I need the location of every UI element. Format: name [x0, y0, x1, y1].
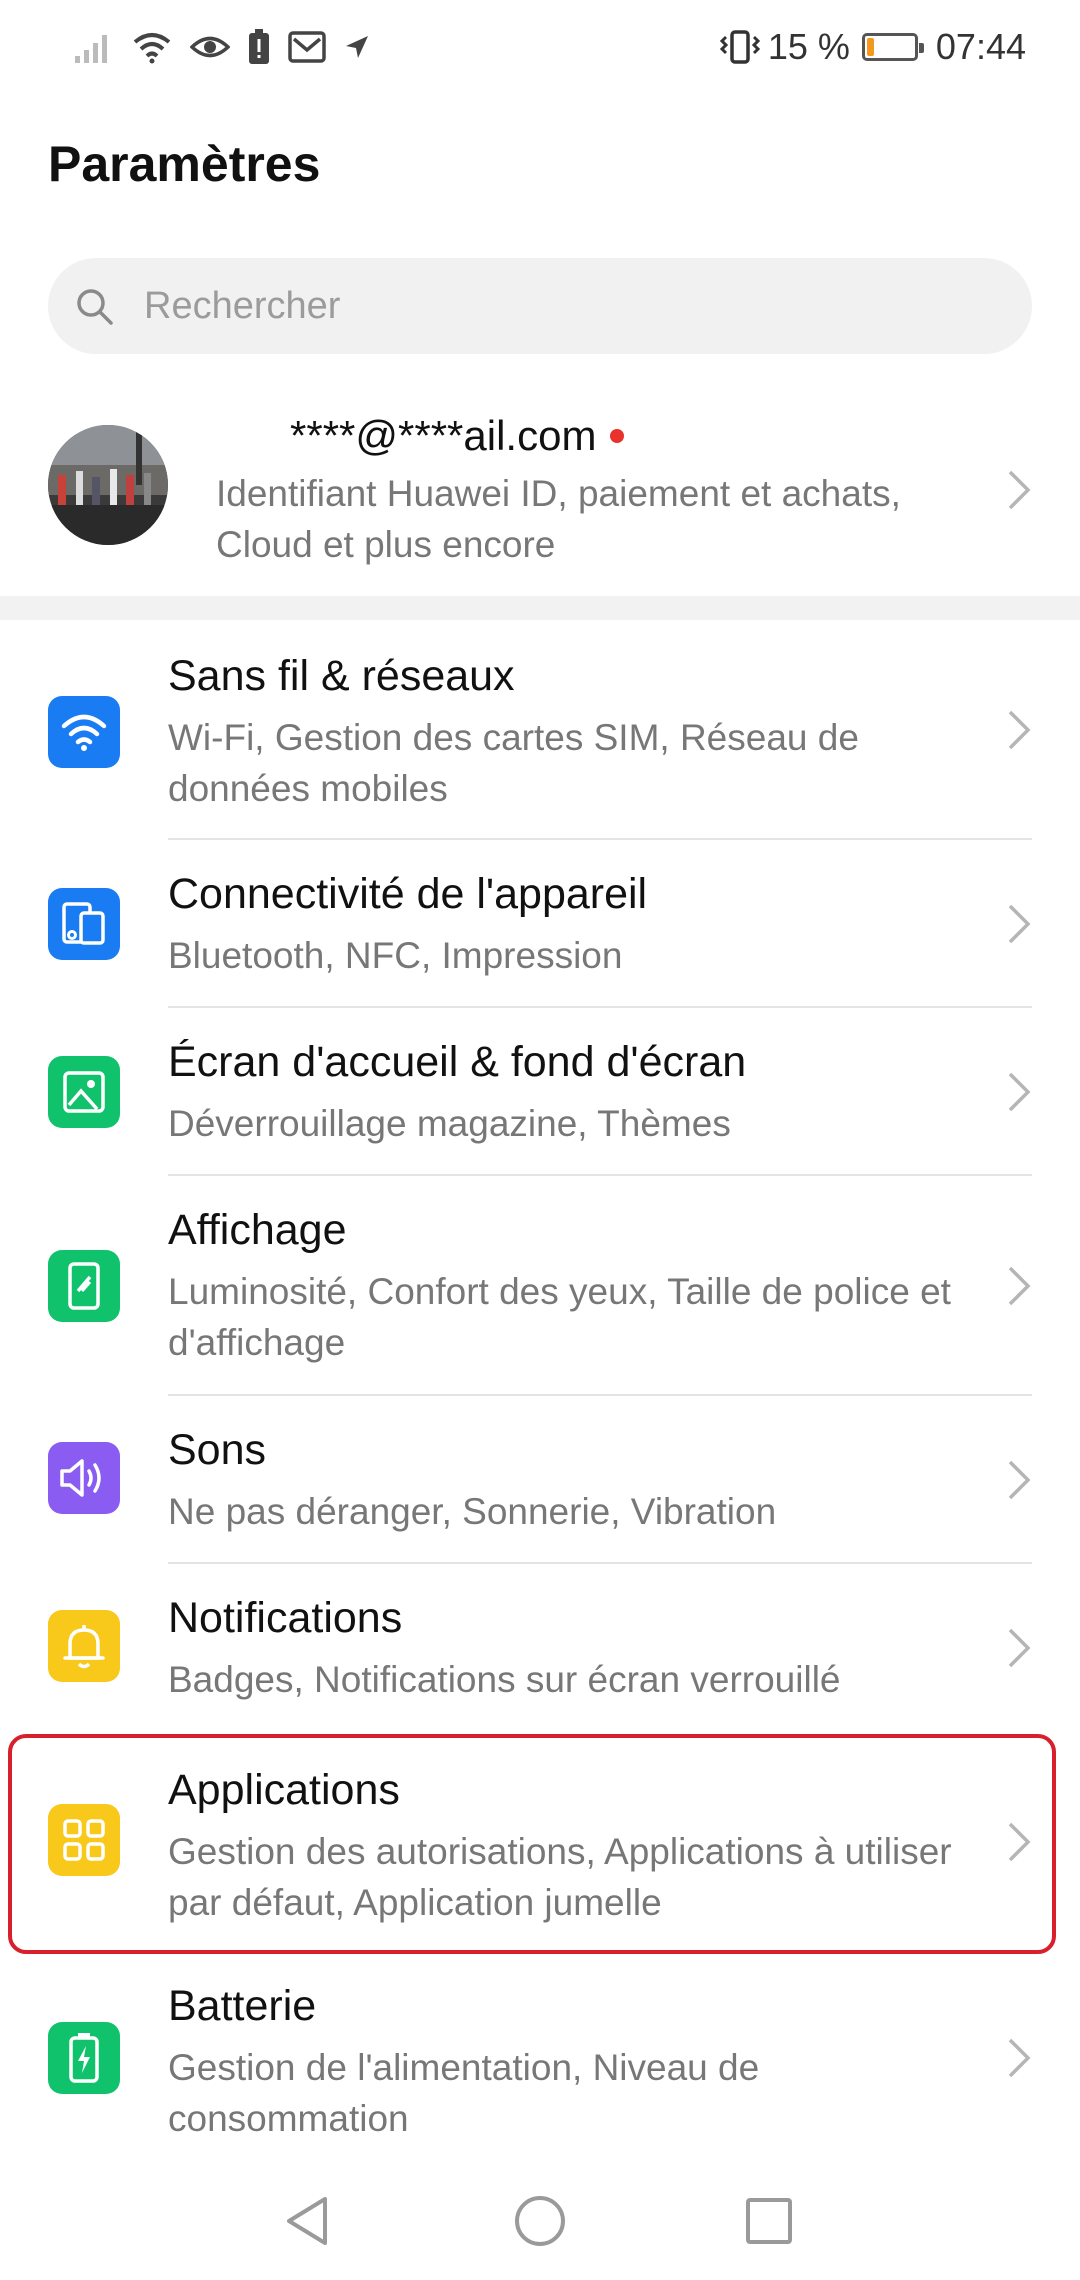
home-icon: [515, 2196, 565, 2246]
settings-item-subtitle: Wi-Fi, Gestion des cartes SIM, Réseau de…: [168, 717, 859, 809]
section-divider: [0, 596, 1080, 620]
chevron-right-icon: [1008, 1072, 1031, 1112]
battery-icon: [48, 2022, 120, 2094]
notification-dot: [610, 429, 625, 443]
settings-item-applications[interactable]: Applications Gestion des autorisations, …: [0, 1732, 1080, 1952]
chevron-right-icon: [1008, 1822, 1031, 1862]
battery-icon: [861, 33, 924, 61]
recents-icon: [746, 2198, 792, 2244]
display-icon: [48, 1250, 120, 1322]
account-email-text: ****@****ail.com: [290, 412, 597, 459]
search-bar[interactable]: [48, 258, 1032, 354]
settings-item-subtitle: Luminosité, Confort des yeux, Taille de …: [168, 1271, 951, 1363]
settings-item-title: Applications: [168, 1766, 400, 1814]
settings-item-display[interactable]: Affichage Luminosité, Confort des yeux, …: [0, 1176, 1080, 1396]
search-icon: [77, 289, 113, 325]
settings-item-device-connectivity[interactable]: Connectivité de l'appareil Bluetooth, NF…: [0, 840, 1080, 1008]
sound-icon: [48, 1442, 120, 1514]
settings-item-subtitle: Bluetooth, NFC, Impression: [168, 935, 623, 976]
settings-item-battery[interactable]: Batterie Gestion de l'alimentation, Nive…: [0, 1952, 1080, 2152]
settings-item-notifications[interactable]: Notifications Badges, Notifications sur …: [0, 1564, 1080, 1732]
settings-item-title: Notifications: [168, 1594, 403, 1642]
recents-button[interactable]: [734, 2186, 804, 2256]
navigation-icon: [346, 36, 368, 58]
account-email: ****@****ail.com: [290, 412, 625, 460]
eye-icon: [190, 36, 230, 58]
device-connectivity-icon: [48, 888, 120, 960]
navigation-bar: [0, 2170, 1080, 2280]
home-button[interactable]: [505, 2186, 575, 2256]
chevron-right-icon: [1008, 904, 1031, 944]
battery-level-fill: [866, 38, 875, 56]
avatar: [48, 425, 168, 545]
search-input[interactable]: [144, 284, 964, 328]
back-button[interactable]: [272, 2186, 342, 2256]
settings-item-title: Batterie: [168, 1982, 317, 2030]
vibrate-icon: [719, 30, 760, 64]
wifi-icon: [48, 696, 120, 768]
settings-item-sounds[interactable]: Sons Ne pas déranger, Sonnerie, Vibratio…: [0, 1396, 1080, 1564]
apps-grid-icon: [48, 1804, 120, 1876]
back-icon: [287, 2197, 327, 2245]
settings-item-title: Connectivité de l'appareil: [168, 870, 648, 918]
settings-item-title: Sons: [168, 1426, 267, 1474]
chevron-right-icon: [1008, 1460, 1031, 1500]
wallpaper-icon: [48, 1056, 120, 1128]
chevron-right-icon: [1008, 1628, 1031, 1668]
signal-icon: [75, 35, 107, 63]
settings-item-subtitle: Gestion de l'alimentation, Niveau de con…: [168, 2047, 760, 2139]
mail-icon: [288, 31, 326, 63]
settings-item-wireless-networks[interactable]: Sans fil & réseaux Wi-Fi, Gestion des ca…: [0, 620, 1080, 840]
status-bar: 15 % 07:44: [0, 0, 1080, 92]
settings-item-subtitle: Badges, Notifications sur écran verrouil…: [168, 1659, 841, 1700]
chevron-right-icon: [1008, 470, 1031, 510]
status-icons-left: [74, 22, 370, 72]
settings-item-subtitle: Déverrouillage magazine, Thèmes: [168, 1103, 731, 1144]
chevron-right-icon: [1008, 2038, 1031, 2078]
settings-item-title: Affichage: [168, 1206, 347, 1254]
settings-item-home-screen-wallpaper[interactable]: Écran d'accueil & fond d'écran Déverroui…: [0, 1008, 1080, 1176]
chevron-right-icon: [1008, 1266, 1031, 1306]
clock: 07:44: [935, 26, 1026, 67]
settings-item-title: Écran d'accueil & fond d'écran: [168, 1038, 747, 1086]
settings-item-subtitle: Gestion des autorisations, Applications …: [168, 1831, 952, 1923]
bell-icon: [48, 1610, 120, 1682]
wifi-icon: [133, 33, 171, 64]
page-title: Paramètres: [48, 136, 321, 192]
status-icons-right: 15 % 07:44: [718, 22, 1026, 72]
account-description: Identifiant Huawei ID, paiement et achat…: [216, 473, 901, 565]
battery-alert-icon: [249, 29, 269, 64]
settings-item-title: Sans fil & réseaux: [168, 652, 515, 700]
battery-percent: 15 %: [767, 26, 850, 67]
settings-item-subtitle: Ne pas déranger, Sonnerie, Vibration: [168, 1491, 777, 1532]
chevron-right-icon: [1008, 710, 1031, 750]
huawei-account-entry[interactable]: ****@****ail.com Identifiant Huawei ID, …: [0, 400, 1080, 596]
